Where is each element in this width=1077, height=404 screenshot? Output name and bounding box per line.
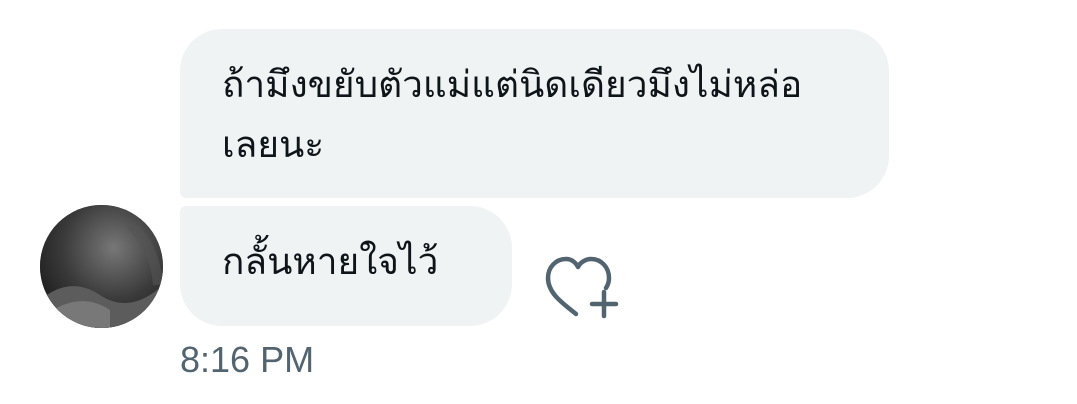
- avatar[interactable]: [40, 205, 163, 328]
- heart-plus-icon: [545, 256, 619, 319]
- add-reaction-button[interactable]: [540, 252, 624, 324]
- avatar-photo: [40, 205, 163, 328]
- conversation-thread: ถ้ามึงขยับตัวแม่แต่นิดเดียวมึงไม่หล่อเลย…: [0, 0, 1077, 404]
- message-text: กลั้นหายใจไว้: [222, 240, 439, 283]
- message-text: ถ้ามึงขยับตัวแม่แต่นิดเดียวมึงไม่หล่อเลย…: [222, 63, 803, 166]
- message-bubble[interactable]: กลั้นหายใจไว้: [180, 206, 512, 326]
- message-timestamp: 8:16 PM: [180, 339, 315, 380]
- message-bubble[interactable]: ถ้ามึงขยับตัวแม่แต่นิดเดียวมึงไม่หล่อเลย…: [180, 29, 889, 198]
